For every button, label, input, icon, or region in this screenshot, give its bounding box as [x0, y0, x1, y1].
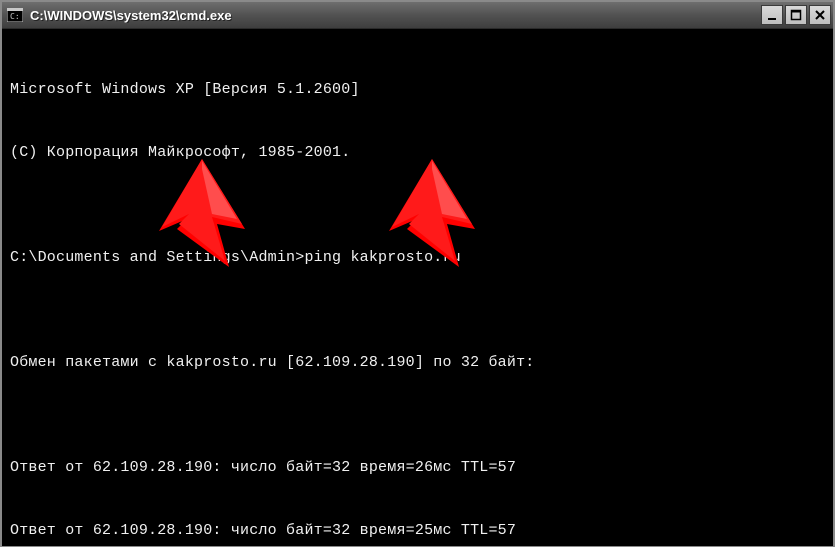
prompt-line: C:\Documents and Settings\Admin>ping kak…: [10, 247, 825, 268]
output-line: Microsoft Windows XP [Версия 5.1.2600]: [10, 79, 825, 100]
minimize-button[interactable]: [761, 5, 783, 25]
window-buttons: [761, 5, 831, 25]
close-icon: [814, 9, 826, 21]
maximize-button[interactable]: [785, 5, 807, 25]
output-line: Ответ от 62.109.28.190: число байт=32 вр…: [10, 457, 825, 478]
window-title: C:\WINDOWS\system32\cmd.exe: [30, 8, 761, 23]
svg-text:C:: C:: [10, 12, 20, 21]
output-line: Обмен пакетами с kakprosto.ru [62.109.28…: [10, 352, 825, 373]
close-button[interactable]: [809, 5, 831, 25]
cmd-window: C: C:\WINDOWS\system32\cmd.exe: [0, 0, 835, 547]
minimize-icon: [766, 9, 778, 21]
cmd-icon: C:: [6, 6, 24, 24]
output-line: (С) Корпорация Майкрософт, 1985-2001.: [10, 142, 825, 163]
maximize-icon: [790, 9, 802, 21]
titlebar[interactable]: C: C:\WINDOWS\system32\cmd.exe: [2, 2, 833, 29]
output-line: Ответ от 62.109.28.190: число байт=32 вр…: [10, 520, 825, 541]
terminal-output[interactable]: Microsoft Windows XP [Версия 5.1.2600] (…: [2, 29, 833, 546]
